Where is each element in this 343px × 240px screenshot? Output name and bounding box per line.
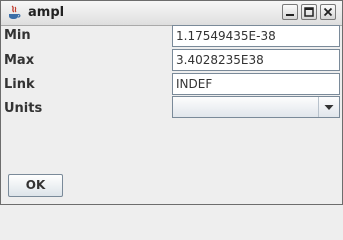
dropdown-arrow-button[interactable] — [318, 97, 339, 117]
title-bar[interactable]: ampl — [1, 1, 342, 26]
maximize-button[interactable] — [301, 4, 317, 20]
minimize-button[interactable] — [282, 4, 298, 20]
min-field[interactable]: 1.17549435E-38 — [172, 25, 340, 47]
max-field[interactable]: 3.4028235E38 — [172, 49, 340, 71]
ok-button[interactable]: OK — [8, 174, 63, 197]
close-icon — [323, 7, 333, 17]
window-title: ampl — [28, 5, 65, 20]
dialog-window: ampl Min 1.17549435E-38 Max 3.4028235E38… — [0, 0, 343, 205]
link-field[interactable]: INDEF — [172, 73, 340, 95]
min-label: Min — [4, 28, 31, 43]
units-dropdown[interactable] — [172, 96, 340, 118]
link-label: Link — [4, 77, 35, 92]
close-button[interactable] — [320, 4, 336, 20]
max-label: Max — [4, 53, 35, 68]
chevron-down-icon — [324, 105, 334, 110]
maximize-icon — [304, 7, 314, 17]
minimize-icon — [286, 14, 294, 16]
java-icon — [7, 5, 21, 21]
units-label: Units — [4, 101, 43, 116]
